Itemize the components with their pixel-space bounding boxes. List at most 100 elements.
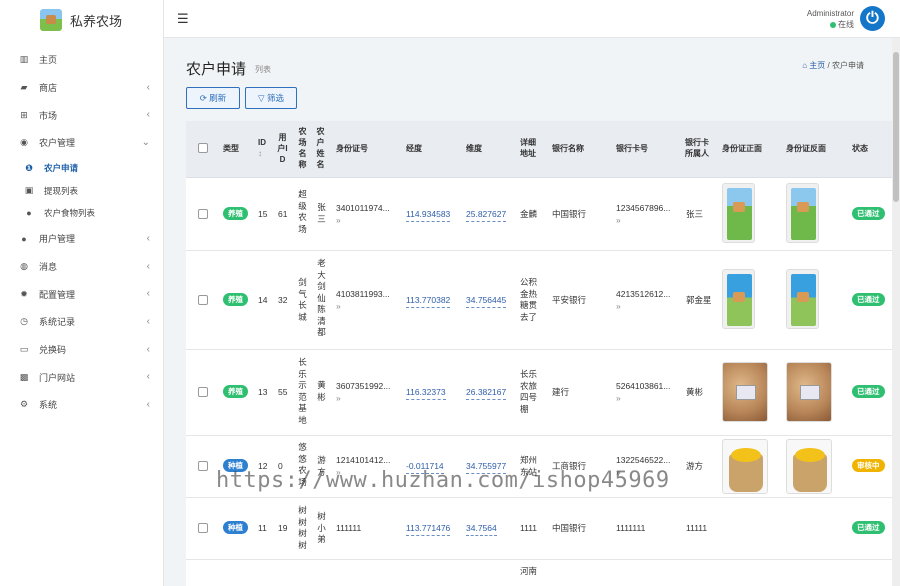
col-bank-name[interactable]: 银行名称	[552, 143, 584, 154]
cell-latitude[interactable]: 34.7564	[466, 523, 497, 536]
type-badge: 养殖	[223, 207, 248, 220]
cell-id: 13	[258, 387, 268, 397]
chevron-left-icon: ‹	[146, 288, 150, 300]
power-icon[interactable]: ⏻	[860, 6, 885, 31]
col-id-front[interactable]: 身份证正面	[722, 143, 762, 154]
col-farmer-name[interactable]: 农户姓名	[316, 126, 325, 170]
row-checkbox[interactable]	[198, 387, 208, 397]
id-front-image[interactable]	[722, 362, 768, 422]
col-bank-card[interactable]: 银行卡号	[616, 143, 648, 154]
status-badge: 已通过	[852, 293, 885, 306]
type-badge: 养殖	[223, 385, 248, 398]
cell-longitude[interactable]: 114.934583	[406, 209, 451, 222]
table-row[interactable]: 养殖 15 61 超级农场 张三 3401011974...» 114.9345…	[186, 178, 896, 251]
col-farm-name[interactable]: 农场名称	[298, 126, 307, 170]
cell-address: 长乐农旅四号棚	[520, 369, 538, 414]
sidebar-item-system[interactable]: ⚙ 系统 ‹	[0, 391, 163, 419]
menu-toggle-icon[interactable]: ☰	[177, 11, 189, 27]
row-checkbox[interactable]	[198, 295, 208, 305]
vertical-scrollbar[interactable]	[892, 38, 900, 586]
cell-id-number: 3401011974...»	[336, 203, 390, 225]
table-row[interactable]: 养殖 14 32 剑气长城 老大剑仙陈清都 4103811993...» 113…	[186, 251, 896, 350]
cell-latitude[interactable]: 25.827627	[466, 209, 507, 222]
expand-icon[interactable]: »	[336, 215, 341, 225]
sidebar-item-redeem-code[interactable]: ▭ 兑换码 ‹	[0, 336, 163, 364]
expand-icon[interactable]: »	[336, 301, 341, 311]
sidebar-item-system-log[interactable]: ◷ 系统记录 ‹	[0, 308, 163, 336]
cell-card-holder: 郭金星	[686, 295, 712, 305]
select-all-checkbox[interactable]	[198, 143, 208, 153]
type-badge: 种植	[223, 521, 248, 534]
breadcrumb-current: 农户申请	[832, 61, 864, 70]
id-back-image[interactable]	[786, 362, 832, 422]
id-back-image[interactable]	[786, 183, 819, 243]
sidebar-item-market[interactable]: ⊞ 市场 ‹	[0, 101, 163, 129]
cell-card-holder: 张三	[686, 209, 704, 219]
col-status[interactable]: 状态	[852, 143, 868, 154]
chevron-left-icon: ‹	[146, 343, 150, 355]
col-id[interactable]: ID ↕	[258, 137, 268, 159]
cell-id-number: 3607351992...»	[336, 381, 391, 403]
sidebar-item-portal[interactable]: ▩ 门户网站 ‹	[0, 363, 163, 391]
cell-bank-name: 中国银行	[552, 523, 587, 533]
sidebar-item-user-management[interactable]: ● 用户管理 ‹	[0, 225, 163, 253]
col-user-id[interactable]: 用户ID	[277, 132, 288, 165]
type-badge: 养殖	[223, 293, 248, 306]
cell-bank-card: 1234567896...»	[616, 203, 671, 225]
sidebar-item-farmer-management[interactable]: ◉ 农户管理 ⌄	[0, 129, 163, 157]
table-row[interactable]: 种植 11 19 树树树树 树小弟 111111 113.771476 34.7…	[186, 498, 896, 560]
sidebar-item-messages[interactable]: ◍ 消息 ‹	[0, 253, 163, 281]
cell-latitude[interactable]: 34.756445	[466, 295, 507, 308]
col-type[interactable]: 类型	[223, 143, 239, 154]
sidebar-item-shop[interactable]: ▰ 商店 ‹	[0, 74, 163, 102]
filter-icon: ▽	[258, 92, 265, 103]
cell-longitude[interactable]: 113.770382	[406, 295, 451, 308]
app-logo[interactable]: 私养农场	[0, 0, 163, 40]
col-latitude[interactable]: 维度	[466, 143, 482, 154]
cell-longitude[interactable]: 116.32373	[406, 387, 446, 400]
expand-icon[interactable]: »	[616, 393, 621, 403]
expand-icon[interactable]: »	[336, 393, 341, 403]
cell-address: 金麟	[520, 209, 538, 219]
sidebar-item-config[interactable]: ✹ 配置管理 ‹	[0, 280, 163, 308]
cell-longitude[interactable]: 113.771476	[406, 523, 451, 536]
sidebar-subitem-farmer-food-list[interactable]: ● 农户食物列表	[0, 202, 163, 225]
id-front-image[interactable]	[722, 269, 755, 329]
row-checkbox[interactable]	[198, 523, 208, 533]
status-badge: 审核中	[852, 459, 885, 472]
row-checkbox[interactable]	[198, 209, 208, 219]
cell-id-number: 4103811993...»	[336, 289, 390, 311]
cell-bank-name: 平安银行	[552, 295, 587, 305]
gear-icon: ⚙	[19, 399, 29, 410]
sidebar-subitem-withdraw-list[interactable]: ▣ 提现列表	[0, 179, 163, 202]
chevron-left-icon: ‹	[146, 371, 150, 383]
sidebar-subitem-farmer-application[interactable]: ❶ 农户申请	[0, 157, 163, 180]
chevron-down-icon: ⌄	[141, 137, 150, 149]
cell-latitude[interactable]: 26.382167	[466, 387, 507, 400]
breadcrumb-home[interactable]: ⌂ 主页	[802, 61, 825, 70]
user-info[interactable]: Administrator 在线	[807, 8, 854, 30]
sort-icon: ↕	[258, 149, 262, 158]
col-card-holder[interactable]: 银行卡所属人	[685, 137, 713, 159]
refresh-button[interactable]: ⟳ 刷新	[186, 87, 240, 109]
id-front-image[interactable]	[722, 439, 768, 494]
apple-icon: ●	[26, 208, 32, 219]
id-back-image[interactable]	[786, 269, 819, 329]
col-address[interactable]: 详细地址	[520, 137, 540, 159]
table-row[interactable]: 养殖 13 55 长乐示范基地 黄彬 3607351992...» 116.32…	[186, 350, 896, 436]
col-id-number[interactable]: 身份证号	[336, 143, 368, 154]
expand-icon[interactable]: »	[616, 215, 621, 225]
page-subtitle: 列表	[255, 65, 271, 74]
table-row[interactable]: 河南	[186, 560, 896, 586]
cell-bank-card: 1111111	[616, 523, 646, 533]
scrollbar-thumb[interactable]	[893, 52, 899, 202]
col-id-back[interactable]: 身份证反面	[786, 143, 826, 154]
row-checkbox[interactable]	[198, 461, 208, 471]
id-front-image[interactable]	[722, 183, 755, 243]
col-longitude[interactable]: 经度	[406, 143, 422, 154]
id-back-image[interactable]	[786, 439, 832, 494]
sidebar-item-home[interactable]: ▥ 主页	[0, 46, 163, 74]
cell-farm-name: 剑气长城	[298, 277, 307, 322]
expand-icon[interactable]: »	[616, 301, 621, 311]
filter-button[interactable]: ▽ 筛选	[245, 87, 297, 109]
